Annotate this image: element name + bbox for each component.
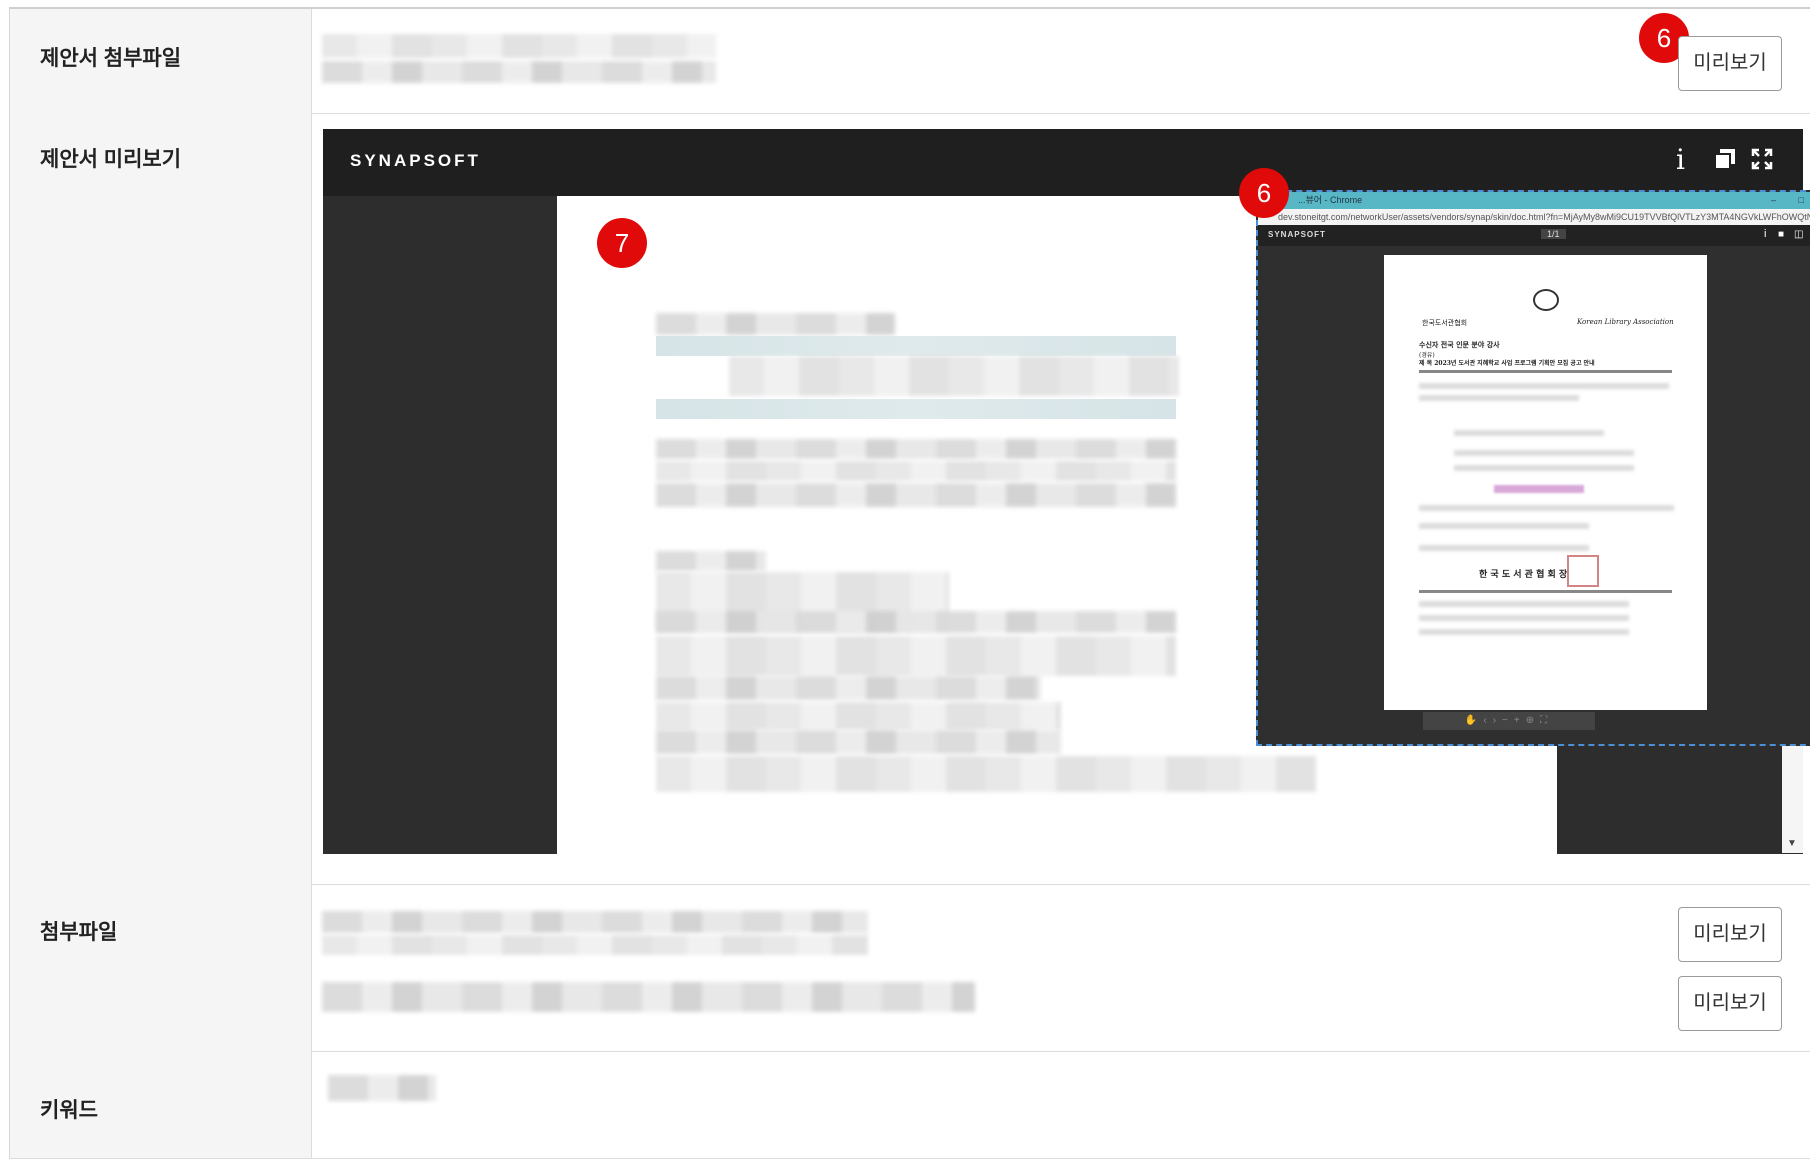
doc-text-redacted [1419,383,1669,389]
popup-fullscreen-icon[interactable]: ◫ [1794,229,1803,240]
doc-text-redacted [1454,465,1634,471]
doc-text-redacted [1454,450,1634,456]
attachment-file-1-redacted-b [322,935,868,955]
doc-text-redacted [656,611,1176,633]
official-seal-icon [1567,555,1599,587]
label-keyword: 키워드 [40,1099,98,1122]
popup-zoom-toolbar: ✋‹›−+⊕⛶ [1423,712,1595,730]
row-label: 제안서 미리보기 [10,113,312,884]
row-keyword: 키워드 [10,1051,1810,1159]
fit-page-icon[interactable]: ⛶ [1540,715,1553,726]
keyword-redacted [328,1075,436,1101]
doc-text-redacted [656,756,1316,792]
minimize-icon[interactable]: – [1771,192,1776,209]
popup-doc-page: 한국도서관협회 Korean Library Association 수신자 전… [1384,255,1707,710]
label-proposal-attachment: 제안서 첨부파일 [40,47,182,70]
attachment-preview-button-1[interactable]: 미리보기 [1678,907,1782,962]
next-icon[interactable]: › [1493,715,1502,726]
popup-titlebar: ...뷰어 - Chrome – □ [1258,192,1810,209]
viewer-toolbar: SYNAPSOFT i [323,129,1803,196]
doc-text-redacted [1419,615,1629,621]
doc-text-redacted [1419,545,1589,551]
doc-text-redacted [1419,629,1629,635]
doc-text-redacted [1419,523,1589,529]
doc-org-english: Korean Library Association [1577,318,1674,326]
prev-icon[interactable]: ‹ [1483,715,1492,726]
viewer-logo: SYNAPSOFT [350,151,481,170]
emblem-icon [1533,289,1559,311]
doc-text-redacted [1419,601,1629,607]
doc-text-redacted [656,313,895,335]
popup-copy-window-icon[interactable]: ■ [1778,229,1784,240]
doc-divider [1419,590,1672,593]
doc-divider [1419,370,1672,373]
label-attachments: 첨부파일 [40,921,118,944]
doc-text-redacted [656,636,1176,676]
attachment-filename-redacted-2 [322,61,716,83]
popup-viewer-logo: SYNAPSOFT [1268,230,1326,239]
doc-text-redacted [656,439,1176,459]
doc-text-redacted [1419,505,1674,511]
row-label: 제안서 첨부파일 [10,9,312,113]
doc-recipient: 수신자 전국 인문 분야 강사 [1419,340,1500,349]
doc-highlight-band [656,336,1176,356]
row-proposal-attachment: 제안서 첨부파일 6 미리보기 [10,9,1810,114]
maximize-icon[interactable]: □ [1799,192,1804,209]
zoom-out-icon[interactable]: − [1502,715,1514,726]
popup-viewer-toolbar: SYNAPSOFT 1/1 i ■ ◫ [1258,225,1810,246]
doc-highlight-band [656,399,1176,419]
annotation-badge: 6 [1239,168,1289,218]
doc-highlight [1494,485,1584,493]
preview-button[interactable]: 미리보기 [1678,36,1782,91]
attachment-preview-button-2[interactable]: 미리보기 [1678,976,1782,1031]
label-proposal-preview: 제안서 미리보기 [40,148,182,171]
info-icon[interactable]: i [1676,143,1685,176]
annotation-badge: 7 [597,218,647,268]
doc-text-redacted [656,461,1176,481]
popup-page-indicator: 1/1 [1541,229,1566,239]
hand-tool-icon[interactable]: ✋ [1465,715,1483,726]
doc-signature: 한 국 도 서 관 협 회 장 [1479,570,1568,580]
doc-text-redacted [656,702,1061,730]
popup-info-icon[interactable]: i [1764,228,1766,240]
doc-text-redacted [1454,430,1604,436]
doc-text-redacted [656,551,766,571]
doc-text-redacted [729,356,1179,396]
copy-window-icon[interactable] [1713,147,1737,178]
scroll-down-arrow-icon[interactable]: ▼ [1787,838,1797,849]
popup-title: ...뷰어 - Chrome [1298,195,1363,205]
doc-text-redacted [1419,395,1579,401]
doc-org-korean: 한국도서관협회 [1422,319,1468,327]
attachment-filename-redacted [322,34,716,58]
popup-url-bar[interactable]: dev.stoneitgt.com/networkUser/assets/ven… [1258,209,1810,225]
popup-viewer-window[interactable]: ...뷰어 - Chrome – □ dev.stoneitgt.com/net… [1256,190,1810,746]
attachment-file-2-redacted [322,982,975,1012]
fullscreen-icon[interactable] [1750,147,1774,178]
zoom-in-icon[interactable]: + [1514,715,1526,726]
row-label: 키워드 [10,1051,312,1158]
row-attachments: 첨부파일 미리보기 미리보기 [10,884,1810,1052]
fit-icon[interactable]: ⊕ [1526,715,1540,726]
doc-text-redacted [656,483,1176,507]
doc-text-redacted [656,730,1061,754]
doc-text-redacted [656,676,1041,700]
attachment-file-1-redacted [322,911,868,933]
row-label: 첨부파일 [10,884,312,1051]
doc-subject: 제 목 2023년 도서관 지혜학교 사업 프로그램 기획안 모집 공고 안내 [1419,360,1595,367]
